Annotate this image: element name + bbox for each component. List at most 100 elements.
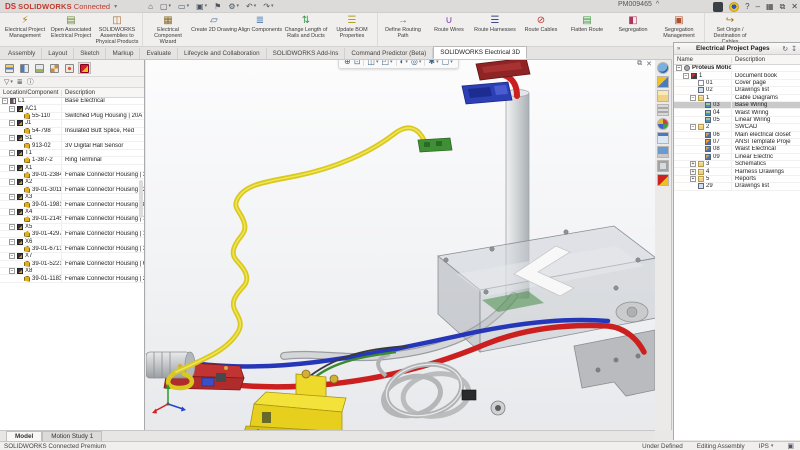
design-library-icon[interactable]: [657, 76, 669, 88]
chevrons-icon[interactable]: »: [677, 46, 680, 52]
expand-toggle-icon[interactable]: +: [690, 161, 696, 167]
information-button[interactable]: ⓘ: [27, 77, 34, 87]
model-blue-connector[interactable]: [462, 82, 512, 104]
collapse-toggle-icon[interactable]: −: [9, 209, 15, 215]
manager-tab-display-manager[interactable]: [18, 62, 31, 74]
hide-show-items-button[interactable]: ◎▾: [411, 60, 422, 66]
dropdown-caret-icon[interactable]: ▾: [237, 3, 240, 9]
expand-toggle-icon[interactable]: +: [690, 169, 696, 175]
minimize-button[interactable]: –: [756, 2, 760, 11]
tree-row-913-02[interactable]: 913-023V Digital Hall Sensor: [0, 142, 144, 149]
collapse-toggle-icon[interactable]: −: [690, 124, 696, 130]
tree-row-04[interactable]: 04Waist Wiring: [674, 109, 800, 116]
3dexperience-marketplace-icon[interactable]: [657, 62, 669, 74]
appearances-scenes-icon[interactable]: [657, 118, 669, 130]
segregation-button[interactable]: ◧Segregation: [610, 14, 656, 45]
edit-appearance-button[interactable]: ✱▾: [428, 60, 438, 66]
tab-command-predictor-beta-[interactable]: Command Predictor (Beta): [345, 48, 433, 59]
tree-row-x6[interactable]: −X6: [0, 238, 144, 245]
zoom-fit-button[interactable]: ⊕: [344, 60, 351, 66]
user-avatar[interactable]: [729, 2, 739, 12]
tree-row-08[interactable]: 08Waist Electrical: [674, 146, 800, 153]
lifecycle-status-button[interactable]: ⚑: [211, 0, 224, 12]
auto-hide-pin-icon[interactable]: ↧: [791, 45, 797, 53]
collapse-toggle-icon[interactable]: −: [690, 95, 696, 101]
status-units-selector[interactable]: IPS ▾: [759, 443, 774, 450]
tree-row-29[interactable]: 29Drawings list: [674, 183, 800, 190]
set-origin-destination-of-cables-button[interactable]: ↪Set Origin / Destination of Cables: [707, 14, 753, 45]
tree-row-02[interactable]: 02Drawings list: [674, 87, 800, 94]
home-button[interactable]: ⌂: [145, 0, 156, 12]
dropdown-caret-icon[interactable]: ▾: [271, 3, 274, 9]
dropdown-caret-icon[interactable]: ▾: [10, 79, 13, 85]
collapse-toggle-icon[interactable]: −: [676, 65, 682, 71]
open-document-button[interactable]: ▭▾: [175, 0, 192, 12]
3d-model-proteus-motion[interactable]: [146, 60, 655, 430]
dropdown-caret-icon[interactable]: ▾: [419, 60, 422, 65]
tree-row-39-01-2384[interactable]: 39-01-2384Female Connector Housing | 3 W…: [0, 172, 144, 179]
flatten-route-button[interactable]: ▤Flatten Route: [564, 14, 610, 45]
tree-row-x8[interactable]: −X8: [0, 268, 144, 275]
electrical-project-management-button[interactable]: ⚡Electrical Project Management: [2, 14, 48, 45]
tree-row-39-01-5221[interactable]: 39-01-5221Female Connector Housing | 6 W…: [0, 261, 144, 268]
custom-properties-icon[interactable]: [657, 132, 669, 144]
zoom-to-area-button[interactable]: ⊡: [354, 60, 361, 66]
tree-row-4[interactable]: +4Harness Drawings: [674, 168, 800, 175]
manager-tab-dimxpert-manager[interactable]: [63, 62, 76, 74]
tree-row-1-387-2[interactable]: 1-387-2Ring Terminal: [0, 157, 144, 164]
electrical-project-pages-icon[interactable]: [657, 174, 669, 186]
dropdown-caret-icon[interactable]: ▾: [436, 60, 439, 65]
collapse-toggle-icon[interactable]: −: [9, 135, 15, 141]
model-tab-motion-study-1[interactable]: Motion Study 1: [42, 431, 102, 441]
save-status-icon[interactable]: ▣: [787, 442, 794, 450]
tree-row-x5[interactable]: −X5: [0, 224, 144, 231]
define-routing-path-button[interactable]: →Define Routing Path: [380, 14, 426, 45]
open-associated-electrical-project-button[interactable]: ▤Open Associated Electrical Project: [48, 14, 94, 45]
tree-row-54-798[interactable]: 54-798Insulated Butt Splice, Red: [0, 128, 144, 135]
tab-evaluate[interactable]: Evaluate: [140, 48, 178, 59]
tab-assembly[interactable]: Assembly: [2, 48, 42, 59]
create-2d-drawing-button[interactable]: ▱Create 2D Drawing: [191, 14, 237, 45]
redo-button[interactable]: ↷▾: [260, 0, 276, 12]
manager-tab-electrical-manager[interactable]: [78, 62, 91, 74]
tree-row-39-01-3011[interactable]: 39-01-3011Female Connector Housing | 28 …: [0, 187, 144, 194]
tree-row-x2[interactable]: −X2: [0, 179, 144, 186]
collapse-toggle-icon[interactable]: −: [9, 253, 15, 259]
tree-row-t1[interactable]: −T1: [0, 150, 144, 157]
segregation-management-button[interactable]: ▣Segregation Management: [656, 14, 702, 45]
model-barrel-sensor[interactable]: [491, 401, 505, 415]
model-coiled-cable[interactable]: [378, 354, 471, 422]
collapse-toggle-icon[interactable]: −: [9, 224, 15, 230]
tree-row-ac1[interactable]: −AC1: [0, 105, 144, 112]
left-panel-scrollbar[interactable]: [139, 180, 143, 218]
tree-row-5[interactable]: +5Reports: [674, 176, 800, 183]
route-cables-button[interactable]: ⊘Route Cables: [518, 14, 564, 45]
screen-capture-icon[interactable]: [657, 146, 669, 158]
document-id-caret[interactable]: ^: [656, 1, 659, 8]
tab-lifecycle-and-collaboration[interactable]: Lifecycle and Collaboration: [178, 48, 267, 59]
save-button[interactable]: ▣▾: [193, 0, 210, 12]
dropdown-caret-icon[interactable]: ▾: [376, 60, 379, 65]
dropdown-caret-icon[interactable]: ▾: [405, 60, 408, 65]
tree-row-06[interactable]: 06Main electrical closet: [674, 132, 800, 139]
collapse-toggle-icon[interactable]: −: [2, 98, 8, 104]
tree-row-1[interactable]: −1Cable Diagrams: [674, 95, 800, 102]
electrical-component-wizard-button[interactable]: ▦Electrical Component Wizard: [145, 14, 191, 45]
tree-row-x3[interactable]: −X3: [0, 194, 144, 201]
grid-view-button[interactable]: ▦: [766, 2, 774, 11]
collapse-toggle-icon[interactable]: −: [9, 165, 15, 171]
change-length-of-rails-and-ducts-button[interactable]: ⇅Change Length of Rails and Ducts: [283, 14, 329, 45]
tree-row-x1[interactable]: −X1: [0, 165, 144, 172]
model-tab-model[interactable]: Model: [6, 431, 42, 441]
tree-row-39-01-6713[interactable]: 39-01-6713Female Connector Housing | 3 W…: [0, 246, 144, 253]
collapse-toggle-icon[interactable]: −: [9, 239, 15, 245]
dropdown-caret-icon[interactable]: ▾: [450, 60, 453, 65]
model-red-connector[interactable]: [476, 60, 530, 80]
tree-row-j1[interactable]: −J1: [0, 120, 144, 127]
tab-layout[interactable]: Layout: [42, 48, 74, 59]
file-explorer-icon[interactable]: [657, 90, 669, 102]
collapse-toggle-icon[interactable]: −: [9, 179, 15, 185]
model-motor-assembly[interactable]: [146, 352, 244, 390]
dropdown-caret-icon[interactable]: ▾: [254, 3, 257, 9]
manager-tab-feature-manager-tree[interactable]: [3, 62, 16, 74]
